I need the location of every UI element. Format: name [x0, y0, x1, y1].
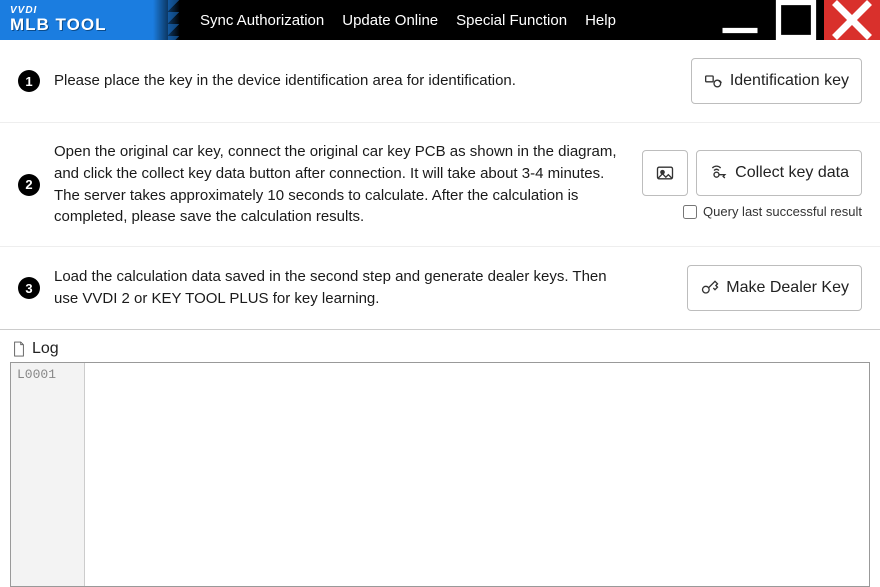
log-content	[85, 363, 869, 586]
window-controls	[712, 0, 880, 40]
log-gutter: L0001	[11, 363, 85, 586]
menu-update-online[interactable]: Update Online	[342, 12, 438, 29]
query-last-result-row[interactable]: Query last successful result	[683, 204, 862, 219]
make-key-icon	[700, 278, 720, 298]
log-title: Log	[32, 340, 59, 358]
menu-help[interactable]: Help	[585, 12, 616, 29]
query-last-result-checkbox[interactable]	[683, 205, 697, 219]
menu-special-function[interactable]: Special Function	[456, 12, 567, 29]
collect-key-data-button[interactable]: Collect key data	[696, 150, 862, 196]
log-header: Log	[10, 336, 870, 362]
log-line-number: L0001	[17, 367, 78, 382]
maximize-button[interactable]	[768, 0, 824, 40]
step-1: 1 Please place the key in the device ide…	[0, 40, 880, 123]
identification-key-label: Identification key	[730, 72, 849, 90]
signal-key-icon	[709, 163, 729, 183]
step-2: 2 Open the original car key, connect the…	[0, 123, 880, 247]
query-last-result-label: Query last successful result	[703, 204, 862, 219]
step-2-number: 2	[18, 174, 40, 196]
close-icon	[824, 0, 880, 48]
identification-key-button[interactable]: Identification key	[691, 58, 862, 104]
step-1-number: 1	[18, 70, 40, 92]
make-dealer-key-button[interactable]: Make Dealer Key	[687, 265, 862, 311]
titlebar: VVDI MLB TOOL Sync Authorization Update …	[0, 0, 880, 40]
log-box[interactable]: L0001	[10, 362, 870, 587]
step-1-text: Please place the key in the device ident…	[54, 70, 628, 92]
steps-panel: 1 Please place the key in the device ide…	[0, 40, 880, 330]
minimize-button[interactable]	[712, 0, 768, 40]
close-button[interactable]	[824, 0, 880, 40]
file-icon	[12, 341, 26, 357]
step-2-text: Open the original car key, connect the o…	[54, 141, 628, 228]
logo-bottom: MLB TOOL	[10, 16, 170, 35]
step-3-text: Load the calculation data saved in the s…	[54, 266, 628, 310]
menu-sync-authorization[interactable]: Sync Authorization	[200, 12, 324, 29]
step-3-number: 3	[18, 277, 40, 299]
key-scan-icon	[704, 71, 724, 91]
maximize-icon	[768, 0, 824, 48]
log-section: Log L0001	[0, 330, 880, 587]
make-dealer-key-label: Make Dealer Key	[726, 279, 849, 297]
menu-bar: Sync Authorization Update Online Special…	[200, 12, 712, 29]
image-icon	[655, 163, 675, 183]
collect-key-data-label: Collect key data	[735, 164, 849, 182]
minimize-icon	[712, 0, 768, 48]
app-logo: VVDI MLB TOOL	[0, 0, 180, 40]
view-diagram-button[interactable]	[642, 150, 688, 196]
step-3: 3 Load the calculation data saved in the…	[0, 247, 880, 330]
